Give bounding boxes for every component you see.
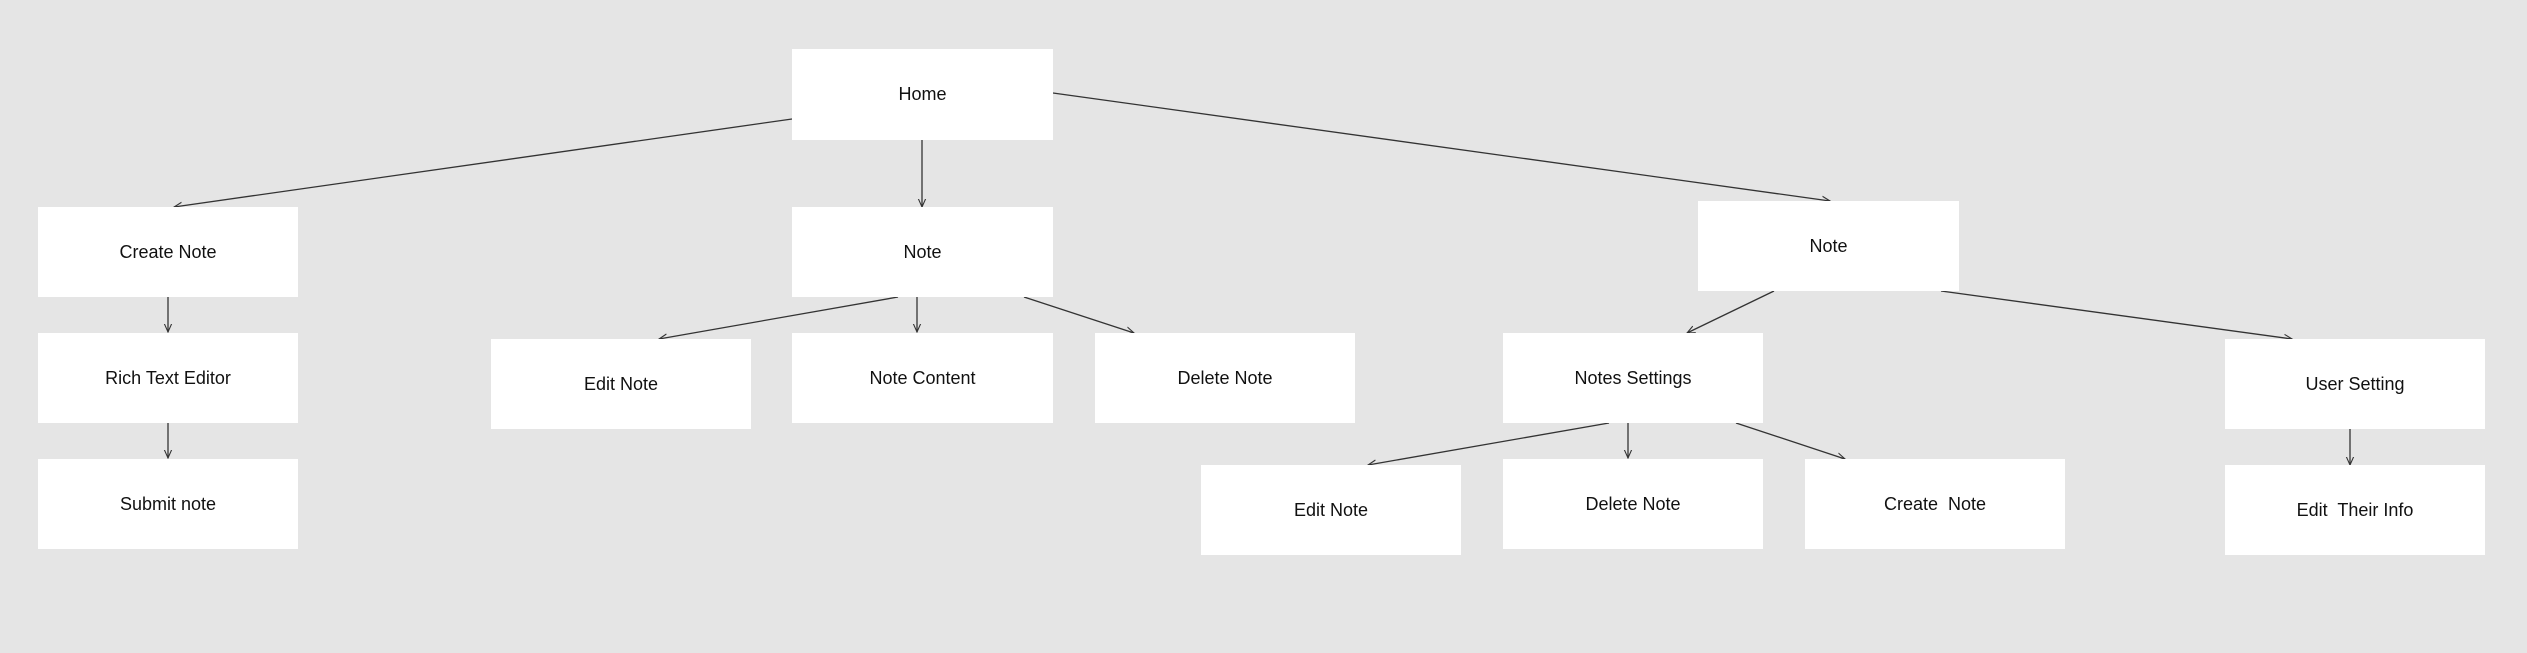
edge-note-right-to-notes-settings [1687,290,1775,334]
node-note-content: Note Content [792,333,1053,423]
node-note-mid: Note [792,207,1053,297]
node-note-right: Note [1698,201,1959,291]
site-map-diagram: Home Create Note Note Note Rich Text Edi… [0,0,2527,653]
node-delete-note: Delete Note [1095,333,1355,423]
node-edit-note-settings: Edit Note [1201,465,1461,555]
node-edit-their-info: Edit Their Info [2225,465,2485,555]
edge-home-to-note-right [1052,92,1830,201]
node-user-setting: User Setting [2225,339,2485,429]
edge-home-to-create-note [174,118,793,207]
node-notes-settings: Notes Settings [1503,333,1763,423]
edge-note-right-to-user-setting [1940,290,2292,339]
edge-notes-settings-to-create-note [1735,422,1845,459]
node-edit-note: Edit Note [491,339,751,429]
node-home: Home [792,49,1053,140]
node-rich-text-editor: Rich Text Editor [38,333,298,423]
node-submit-note: Submit note [38,459,298,549]
node-create-note-settings: Create Note [1805,459,2065,549]
connector-layer [0,92,2527,653]
node-delete-note-settings: Delete Note [1503,459,1763,549]
node-create-note: Create Note [38,207,298,297]
edge-note-mid-to-delete-note [1023,296,1134,333]
